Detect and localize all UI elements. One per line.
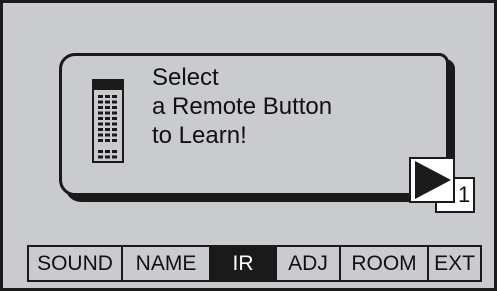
play-arrow-icon[interactable] bbox=[409, 157, 455, 203]
tab-room[interactable]: ROOM bbox=[341, 247, 429, 280]
tab-sound[interactable]: SOUND bbox=[29, 247, 123, 280]
message-line-2: a Remote Button bbox=[152, 93, 333, 120]
remote-control-icon bbox=[92, 79, 124, 163]
tab-ir[interactable]: IR bbox=[211, 247, 277, 280]
dialog-message: Select a Remote Button to Learn! bbox=[152, 63, 332, 150]
tab-ext[interactable]: EXT bbox=[429, 247, 480, 280]
tab-adj[interactable]: ADJ bbox=[277, 247, 341, 280]
message-line-1: Select bbox=[152, 64, 219, 91]
message-line-3: to Learn! bbox=[152, 122, 247, 149]
page-number: 1 bbox=[458, 182, 471, 207]
lcd-screen: Select a Remote Button to Learn! 1 SOUND… bbox=[0, 0, 497, 291]
tab-name[interactable]: NAME bbox=[123, 247, 211, 280]
tab-bar: SOUND NAME IR ADJ ROOM EXT bbox=[27, 245, 482, 282]
